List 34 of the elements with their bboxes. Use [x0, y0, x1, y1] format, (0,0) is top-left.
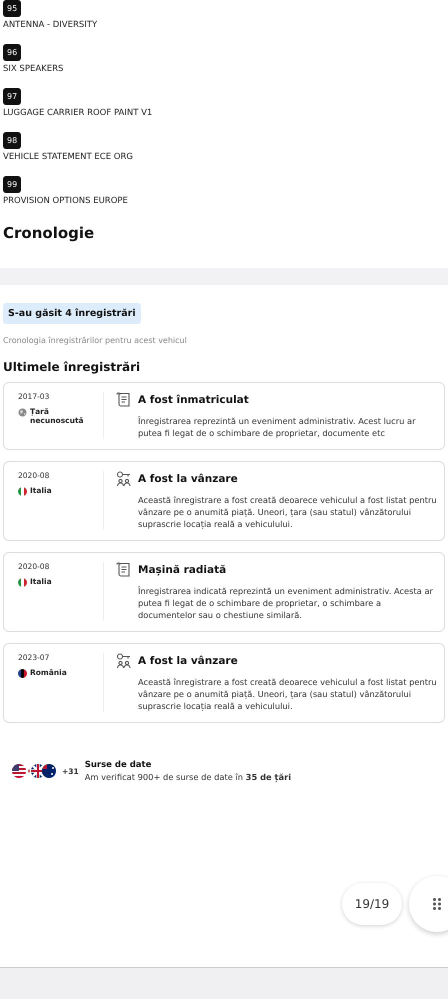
option-label: LUGGAGE CARRIER ROOF PAINT V1: [3, 108, 152, 118]
event-description: Înregistrarea indicată reprezintă un eveniment administrativ. Acesta ar putea fi legat de o schimbare de proprietar, o schimbare a documentelor sau o chestiune similară.: [138, 585, 434, 621]
grid-icon: [433, 898, 441, 910]
number-badge: 99: [3, 176, 22, 193]
flags-drawing: [12, 763, 56, 779]
globe-icon: [18, 408, 27, 417]
option-label: SIX SPEAKERS: [3, 64, 64, 74]
section-title: Cronologie: [3, 224, 96, 242]
key-people-icon: [116, 471, 131, 487]
event-title: A fost la vânzare: [138, 473, 238, 485]
sources-title: Surse de date: [84, 760, 152, 770]
event-description: Această înregistrare a fost creată deoarece vehiculul a fost listat pentru vânzare pe o anumită piață. Uneori, țara (sau statul) vânzătorului suprascrie locația reală a vehiculului.: [138, 494, 438, 530]
section-heading: Ultimele înregistrări: [3, 360, 142, 374]
scroll-icon: [116, 392, 131, 408]
flag-icon: [18, 487, 27, 496]
number-badge: 98: [3, 132, 22, 149]
subtitle: Cronologia înregistrărilor pentru acest vehicul: [3, 336, 188, 345]
event-description: Înregistrarea reprezintă un eveniment administrativ. Acest lucru ar putea fi legat de o schimbare de proprietar, documente etc: [138, 415, 417, 439]
results-badge: S-au găsit 4 înregistrări: [3, 303, 141, 324]
option-label: ANTENNA - DIVERSITY: [3, 20, 98, 30]
event-title: Mașină radiată: [138, 564, 226, 576]
flag-icon: [18, 578, 27, 587]
scroll-icon: [116, 562, 131, 578]
event-title: A fost înmatriculat: [138, 394, 249, 406]
sources-text: Am verificat 900+ de surse de date în 35 de țări: [84, 772, 292, 782]
event-title: A fost la vânzare: [138, 655, 238, 667]
event-description: Această înregistrare a fost creată deoarece vehiculul a fost listat pentru vânzare pe o anumită piață. Uneori, țara (sau statul) vânzătorului suprascrie locația reală a vehiculului.: [138, 676, 438, 712]
key-people-icon: [116, 653, 131, 669]
number-badge: 96: [3, 44, 22, 61]
number-badge: 97: [3, 88, 22, 105]
number-badge: 95: [3, 0, 22, 17]
option-label: VEHICLE STATEMENT ECE ORG: [3, 152, 133, 162]
flag-icon: [18, 669, 27, 678]
option-label: PROVISION OPTIONS EUROPE: [3, 196, 128, 206]
